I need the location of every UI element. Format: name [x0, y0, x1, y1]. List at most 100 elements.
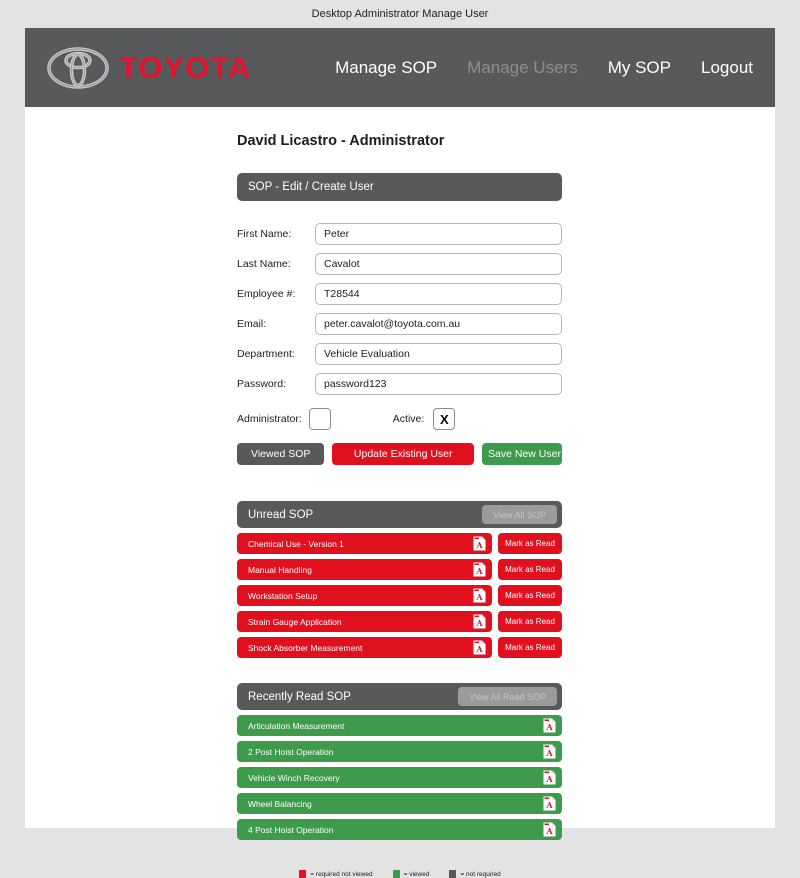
page-title: David Licastro - Administrator [237, 133, 445, 149]
update-existing-user-button[interactable]: Update Existing User [332, 443, 474, 465]
read-sop-item-label: Wheel Balancing [248, 798, 312, 809]
unread-sop-item-label: Strain Gauge Application [248, 616, 342, 627]
read-sop-item[interactable]: 4 Post Hoist Operation A [237, 819, 562, 840]
pdf-file-icon[interactable]: A [473, 562, 486, 577]
pdf-file-icon[interactable]: A [473, 640, 486, 655]
administrator-label: Administrator: [237, 413, 302, 425]
list-item: Wheel Balancing A [237, 793, 562, 814]
active-label: Active: [392, 413, 425, 425]
form-row-first-name: First Name: [237, 221, 562, 246]
read-sop-item-label: Vehicle Winch Recovery [248, 772, 340, 783]
legend-entry-not-required: = not required [449, 870, 501, 878]
svg-text:A: A [475, 618, 483, 628]
last-name-input[interactable] [315, 252, 562, 275]
view-all-sop-button[interactable]: View All SOP [482, 505, 557, 524]
pdf-file-icon[interactable]: A [543, 822, 556, 837]
email-input[interactable] [315, 312, 562, 335]
mark-as-read-button[interactable]: Mark as Read [498, 533, 562, 554]
password-input[interactable] [315, 372, 562, 395]
first-name-input[interactable] [315, 222, 562, 245]
svg-text:A: A [545, 774, 553, 784]
form-actions: Viewed SOP Update Existing User Save New… [237, 443, 562, 465]
nav-link-manage-users[interactable]: Manage Users [467, 58, 578, 78]
window-title-bar: Desktop Administrator Manage User [0, 0, 800, 28]
pdf-file-icon[interactable]: A [543, 718, 556, 733]
active-checkbox[interactable]: X [433, 408, 456, 430]
nav-link-manage-sop[interactable]: Manage SOP [335, 58, 437, 78]
form-panel-header: SOP - Edit / Create User [237, 173, 562, 201]
svg-text:A: A [475, 644, 483, 654]
pdf-file-icon[interactable]: A [473, 614, 486, 629]
form-row-employee-number: Employee #: [237, 281, 562, 306]
main-body: David Licastro - Administrator SOP - Edi… [25, 107, 775, 878]
svg-text:A: A [545, 722, 553, 732]
form-row-password: Password: [237, 371, 562, 396]
mark-as-read-button[interactable]: Mark as Read [498, 559, 562, 580]
read-sop-item[interactable]: Articulation Measurement A [237, 715, 562, 736]
form-row-email: Email: [237, 311, 562, 336]
pdf-file-icon[interactable]: A [543, 770, 556, 785]
list-item: 4 Post Hoist Operation A [237, 819, 562, 840]
unread-sop-title: Unread SOP [248, 508, 314, 521]
mark-as-read-button[interactable]: Mark as Read [498, 611, 562, 632]
pdf-file-icon[interactable]: A [473, 536, 486, 551]
recently-read-sop-header: Recently Read SOP View All Read SOP [237, 683, 562, 710]
read-sop-item[interactable]: 2 Post Hoist Operation A [237, 741, 562, 762]
recently-read-sop-title: Recently Read SOP [248, 690, 351, 703]
save-new-user-button[interactable]: Save New User [482, 443, 562, 465]
pdf-file-icon[interactable]: A [543, 744, 556, 759]
administrator-checkbox[interactable] [308, 408, 331, 430]
viewed-sop-button[interactable]: Viewed SOP [237, 443, 325, 465]
toyota-logo-icon [47, 46, 109, 89]
status-legend: = required not viewed = viewed = not req… [25, 870, 775, 878]
employee-number-label: Employee #: [237, 287, 296, 300]
view-all-read-sop-button[interactable]: View All Read SOP [458, 687, 557, 706]
nav-link-my-sop[interactable]: My SOP [608, 58, 671, 78]
list-item: Chemical Use - Version 1 A Mark as Read [237, 533, 562, 554]
employee-number-input[interactable] [315, 282, 562, 305]
legend-swatch-red [299, 870, 307, 878]
legend-label-required-not-viewed: = required not viewed [310, 870, 373, 878]
svg-text:A: A [475, 566, 483, 576]
pdf-file-icon[interactable]: A [473, 588, 486, 603]
svg-text:A: A [545, 826, 553, 836]
legend-entry-viewed: = viewed [392, 870, 430, 878]
svg-text:A: A [545, 748, 553, 758]
mark-as-read-button[interactable]: Mark as Read [498, 585, 562, 606]
unread-sop-item[interactable]: Workstation Setup A [237, 585, 492, 606]
legend-swatch-grey [449, 870, 457, 878]
password-label: Password: [237, 377, 287, 390]
email-label: Email: [237, 317, 267, 330]
list-item: Vehicle Winch Recovery A [237, 767, 562, 788]
svg-text:A: A [475, 592, 483, 602]
unread-sop-item[interactable]: Strain Gauge Application A [237, 611, 492, 632]
form-row-last-name: Last Name: [237, 251, 562, 276]
legend-label-not-required: = not required [460, 870, 501, 878]
read-sop-item-label: Articulation Measurement [248, 720, 345, 731]
read-sop-item[interactable]: Wheel Balancing A [237, 793, 562, 814]
pdf-file-icon[interactable]: A [543, 796, 556, 811]
unread-sop-item[interactable]: Chemical Use - Version 1 A [237, 533, 492, 554]
nav-link-logout[interactable]: Logout [701, 58, 753, 78]
main-nav: Manage SOP Manage Users My SOP Logout [335, 58, 775, 78]
read-sop-item-label: 4 Post Hoist Operation [248, 824, 334, 835]
brand-wordmark: TOYOTA [119, 49, 252, 85]
unread-sop-item-label: Shock Absorber Measurement [248, 642, 363, 653]
list-item: Strain Gauge Application A Mark as Read [237, 611, 562, 632]
unread-sop-item[interactable]: Manual Handling A [237, 559, 492, 580]
read-sop-item[interactable]: Vehicle Winch Recovery A [237, 767, 562, 788]
legend-label-viewed: = viewed [403, 870, 430, 878]
brand[interactable]: TOYOTA [47, 46, 252, 89]
list-item: Articulation Measurement A [237, 715, 562, 736]
user-form: First Name: Last Name: Employee #: Email… [237, 221, 562, 465]
last-name-label: Last Name: [237, 257, 291, 270]
mark-as-read-button[interactable]: Mark as Read [498, 637, 562, 658]
edit-create-user-panel: SOP - Edit / Create User First Name: Las… [237, 173, 562, 465]
list-item: Workstation Setup A Mark as Read [237, 585, 562, 606]
unread-sop-item-label: Workstation Setup [248, 590, 318, 601]
unread-sop-item[interactable]: Shock Absorber Measurement A [237, 637, 492, 658]
legend-swatch-green [392, 870, 400, 878]
first-name-label: First Name: [237, 227, 292, 240]
unread-sop-header: Unread SOP View All SOP [237, 501, 562, 528]
department-input[interactable] [315, 342, 562, 365]
